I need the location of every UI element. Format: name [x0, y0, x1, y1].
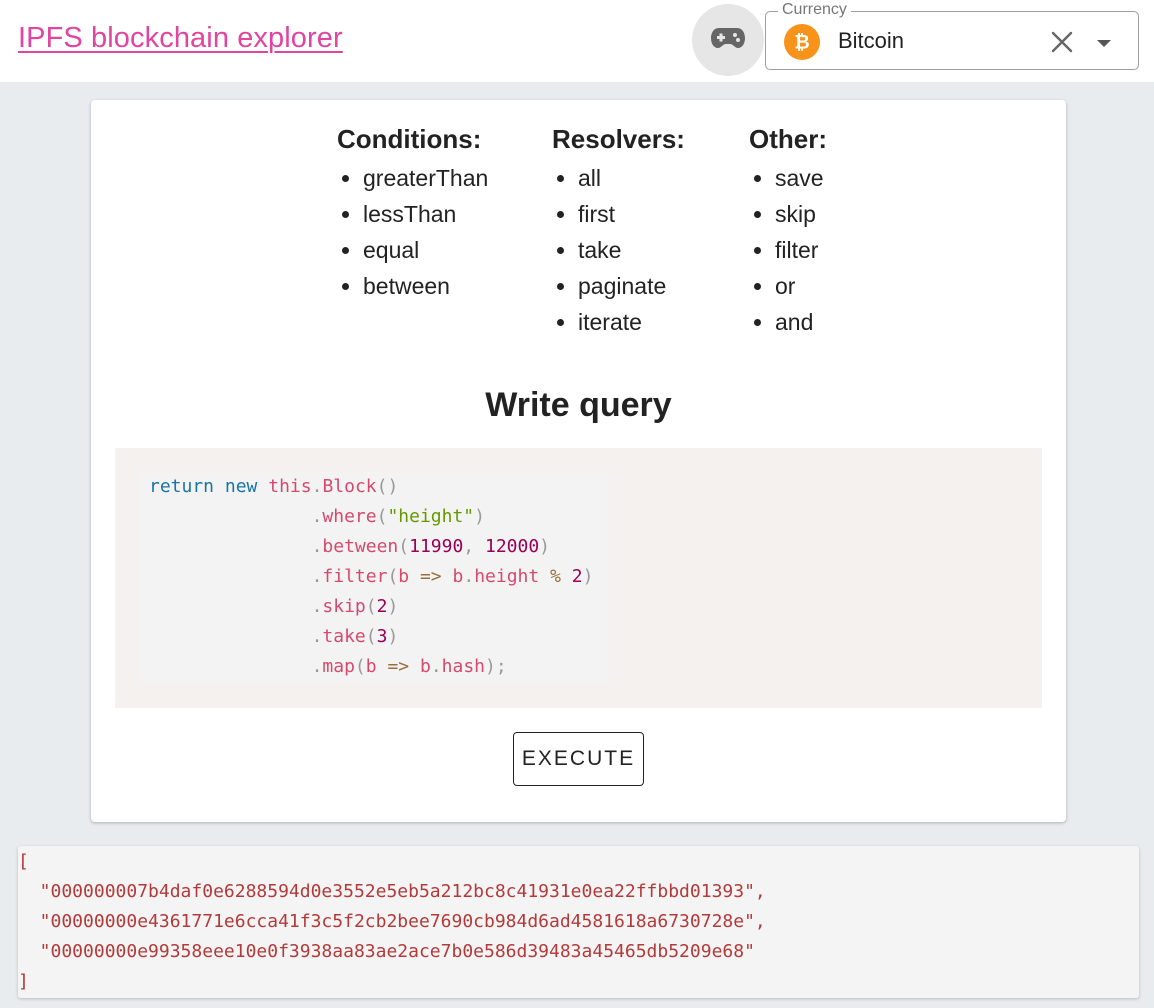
other-list: save skip filter or and	[749, 160, 827, 340]
resolvers-column: Resolvers: all first take paginate itera…	[552, 124, 685, 340]
query-card: Conditions: greaterThan lessThan equal b…	[91, 100, 1066, 822]
arrow-drop-down-icon	[1096, 35, 1112, 53]
code-line: return new this.Block()	[149, 476, 399, 497]
app-header: IPFS blockchain explorer Currency ₿ Bitc…	[0, 0, 1154, 82]
result-line: ]	[18, 971, 29, 992]
currency-dropdown-button[interactable]	[1092, 34, 1116, 54]
list-item: lessThan	[363, 196, 488, 232]
list-item: skip	[775, 196, 827, 232]
result-line: [	[18, 851, 29, 872]
conditions-column: Conditions: greaterThan lessThan equal b…	[337, 124, 488, 304]
code-line: .take(3)	[311, 626, 399, 647]
result-line: "00000000e99358eee10e0f3938aa83ae2ace7b0…	[18, 941, 755, 962]
list-item: between	[363, 268, 488, 304]
resolvers-list: all first take paginate iterate	[552, 160, 685, 340]
list-item: take	[578, 232, 685, 268]
code-line: .map(b => b.hash);	[311, 656, 507, 677]
list-item: or	[775, 268, 827, 304]
currency-value: Bitcoin	[838, 28, 905, 53]
query-result: [ "000000007b4daf0e6288594d0e3552e5eb5a2…	[18, 846, 1139, 998]
svg-text:₿: ₿	[794, 33, 809, 54]
code-line: .filter(b => b.height % 2)	[311, 566, 594, 587]
code-line: .skip(2)	[311, 596, 399, 617]
list-item: greaterThan	[363, 160, 488, 196]
app-title-link[interactable]: IPFS blockchain explorer	[18, 22, 343, 55]
other-column: Other: save skip filter or and	[749, 124, 827, 340]
code-line: .where("height")	[311, 506, 485, 527]
conditions-heading: Conditions:	[337, 124, 482, 154]
currency-select[interactable]: Currency ₿ Bitcoin	[765, 0, 1139, 70]
conditions-list: greaterThan lessThan equal between	[337, 160, 488, 304]
resolvers-heading: Resolvers:	[552, 124, 685, 154]
list-item: and	[775, 304, 827, 340]
bitcoin-icon: ₿	[784, 24, 820, 60]
clear-currency-button[interactable]	[1048, 30, 1076, 58]
list-item: paginate	[578, 268, 685, 304]
game-mode-button[interactable]	[692, 4, 764, 76]
list-item: save	[775, 160, 827, 196]
code-line: .between(11990, 12000)	[311, 536, 551, 557]
currency-label: Currency	[778, 0, 851, 20]
close-icon	[1051, 31, 1073, 58]
result-line: "000000007b4daf0e6288594d0e3552e5eb5a212…	[18, 881, 766, 902]
list-item: iterate	[578, 304, 685, 340]
other-heading: Other:	[749, 124, 827, 154]
list-item: filter	[775, 232, 827, 268]
list-item: first	[578, 196, 685, 232]
query-editor[interactable]: return new this.Block() .where("height")…	[115, 448, 1042, 708]
list-item: all	[578, 160, 685, 196]
result-line: "00000000e4361771e6cca41f3c5f2cb2bee7690…	[18, 911, 766, 932]
execute-button[interactable]: EXECUTE	[513, 732, 644, 786]
gamepad-icon	[710, 26, 746, 55]
query-code[interactable]: return new this.Block() .where("height")…	[139, 472, 609, 682]
write-query-title: Write query	[485, 386, 672, 424]
list-item: equal	[363, 232, 488, 268]
